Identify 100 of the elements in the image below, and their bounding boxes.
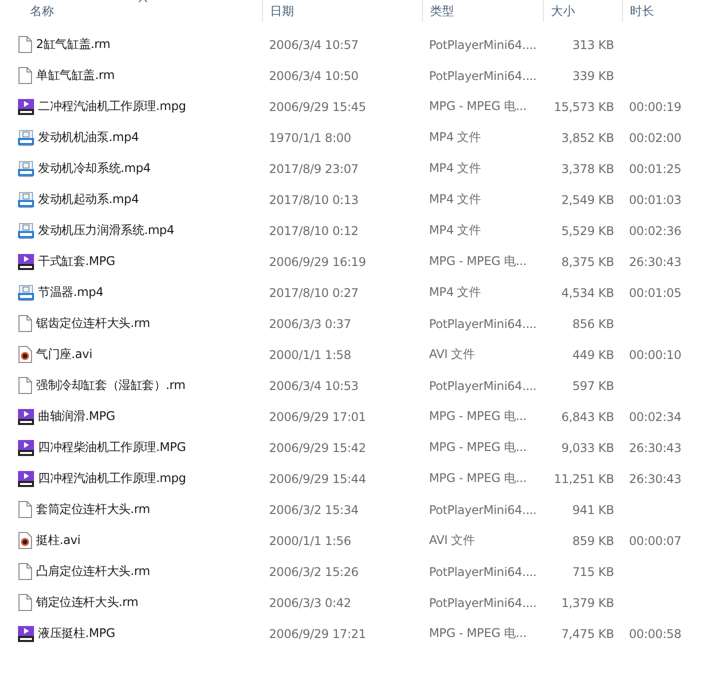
file-duration: 00:00:10 — [628, 348, 682, 362]
file-type: PotPlayerMini64.... — [428, 68, 537, 82]
file-type: MPG - MPEG 电... — [428, 470, 527, 487]
document-icon — [18, 36, 32, 53]
file-date: 2000/1/1 1:58 — [268, 348, 352, 362]
file-name[interactable]: 2缸气缸盖.rm — [36, 36, 110, 53]
file-size: 941 KB — [572, 502, 615, 516]
file-name[interactable]: 发动机机油泵.mp4 — [38, 129, 139, 146]
file-type: MP4 文件 — [428, 129, 481, 146]
video-file-icon — [18, 98, 34, 114]
file-type: PotPlayerMini64.... — [428, 564, 537, 578]
file-name[interactable]: 锯齿定位连杆大头.rm — [36, 315, 150, 332]
file-date: 2006/3/3 0:37 — [268, 316, 352, 330]
file-duration: 00:01:03 — [628, 192, 682, 206]
file-type: AVI 文件 — [428, 346, 475, 363]
file-size: 3,378 KB — [561, 162, 615, 176]
file-duration: 00:01:25 — [628, 162, 682, 176]
file-name[interactable]: 气门座.avi — [36, 346, 92, 363]
file-type: MPG - MPEG 电... — [428, 408, 527, 425]
file-date: 2006/9/29 17:21 — [268, 626, 366, 640]
file-date: 2017/8/10 0:13 — [268, 192, 358, 206]
file-type: MPG - MPEG 电... — [428, 439, 527, 456]
file-name[interactable]: 曲轴润滑.MPG — [38, 408, 116, 425]
file-date: 2006/9/29 15:42 — [268, 440, 366, 454]
file-size: 597 KB — [572, 378, 615, 392]
column-header[interactable]: 大小 — [551, 2, 575, 20]
video-file-icon — [18, 408, 34, 424]
video-file-icon — [18, 130, 34, 146]
file-size: 3,852 KB — [561, 130, 615, 144]
file-type: AVI 文件 — [428, 532, 475, 549]
video-file-icon — [18, 470, 34, 486]
file-date: 2006/9/29 15:44 — [268, 472, 366, 486]
file-size: 11,251 KB — [554, 472, 615, 486]
document-icon — [18, 594, 32, 611]
file-type: MP4 文件 — [428, 284, 481, 301]
file-date: 2006/3/2 15:26 — [268, 564, 358, 578]
file-type: MPG - MPEG 电... — [428, 625, 527, 642]
file-duration: 26:30:43 — [628, 472, 682, 486]
video-file-icon — [18, 160, 34, 176]
file-duration: 26:30:43 — [628, 254, 682, 268]
file-size: 1,379 KB — [561, 596, 615, 610]
video-file-icon — [18, 254, 34, 270]
file-name[interactable]: 四冲程柴油机工作原理.MPG — [38, 439, 186, 456]
file-name[interactable]: 节温器.mp4 — [38, 284, 104, 301]
video-file-icon — [18, 440, 34, 456]
file-name[interactable]: 凸肩定位连杆大头.rm — [36, 563, 150, 580]
video-file-icon — [18, 222, 34, 238]
file-size: 15,573 KB — [554, 100, 615, 114]
file-date: 2006/9/29 17:01 — [268, 410, 366, 424]
file-duration: 00:00:07 — [628, 534, 682, 548]
file-type: MPG - MPEG 电... — [428, 253, 527, 270]
file-size: 449 KB — [572, 348, 615, 362]
file-duration: 00:02:00 — [628, 130, 682, 144]
file-name[interactable]: 发动机压力润滑系统.mp4 — [38, 222, 174, 239]
file-size: 2,549 KB — [561, 192, 615, 206]
file-name[interactable]: 单缸气缸盖.rm — [36, 67, 115, 84]
file-size: 339 KB — [572, 68, 615, 82]
file-name[interactable]: 液压挺柱.MPG — [38, 625, 116, 642]
file-size: 4,534 KB — [561, 286, 615, 300]
video-file-icon — [18, 626, 34, 642]
file-name[interactable]: 挺柱.avi — [36, 532, 80, 549]
document-icon — [18, 377, 32, 394]
file-size: 9,033 KB — [561, 440, 615, 454]
document-icon — [18, 67, 32, 84]
file-duration: 00:00:19 — [628, 100, 682, 114]
file-date: 2006/3/2 15:34 — [268, 502, 358, 516]
column-header[interactable]: 时长 — [630, 2, 654, 20]
file-type: PotPlayerMini64.... — [428, 596, 537, 610]
document-icon — [18, 563, 32, 580]
file-name[interactable]: 四冲程汽油机工作原理.mpg — [38, 470, 186, 487]
column-header[interactable]: 类型 — [430, 2, 454, 20]
file-name[interactable]: 强制冷却缸套（湿缸套）.rm — [36, 377, 186, 394]
file-size: 856 KB — [572, 316, 615, 330]
file-size: 8,375 KB — [561, 254, 615, 268]
column-header[interactable]: 日期 — [270, 2, 294, 20]
document-icon — [18, 501, 32, 518]
file-date: 2006/3/4 10:57 — [268, 38, 358, 52]
document-icon — [18, 315, 32, 332]
file-date: 2006/9/29 15:45 — [268, 100, 366, 114]
file-type: PotPlayerMini64.... — [428, 502, 537, 516]
file-date: 1970/1/1 8:00 — [268, 130, 352, 144]
file-size: 313 KB — [572, 38, 615, 52]
file-name[interactable]: 销定位连杆大头.rm — [36, 594, 138, 611]
video-file-icon — [18, 192, 34, 208]
file-name[interactable]: 干式缸套.MPG — [38, 253, 116, 270]
file-duration: 00:00:58 — [628, 626, 682, 640]
file-name[interactable]: 套筒定位连杆大头.rm — [36, 501, 150, 518]
file-type: MP4 文件 — [428, 160, 481, 177]
file-type: PotPlayerMini64.... — [428, 316, 537, 330]
file-size: 7,475 KB — [561, 626, 615, 640]
file-type: MP4 文件 — [428, 222, 481, 239]
file-type: PotPlayerMini64.... — [428, 38, 537, 52]
file-duration: 00:02:36 — [628, 224, 682, 238]
file-name[interactable]: 发动机起动系.mp4 — [38, 191, 139, 208]
file-duration: 00:01:05 — [628, 286, 682, 300]
file-name[interactable]: 二冲程汽油机工作原理.mpg — [38, 98, 186, 115]
file-size: 859 KB — [572, 534, 615, 548]
file-name[interactable]: 发动机冷却系统.mp4 — [38, 160, 151, 177]
file-type: MPG - MPEG 电... — [428, 98, 527, 115]
column-header[interactable]: 名称 — [30, 2, 54, 20]
